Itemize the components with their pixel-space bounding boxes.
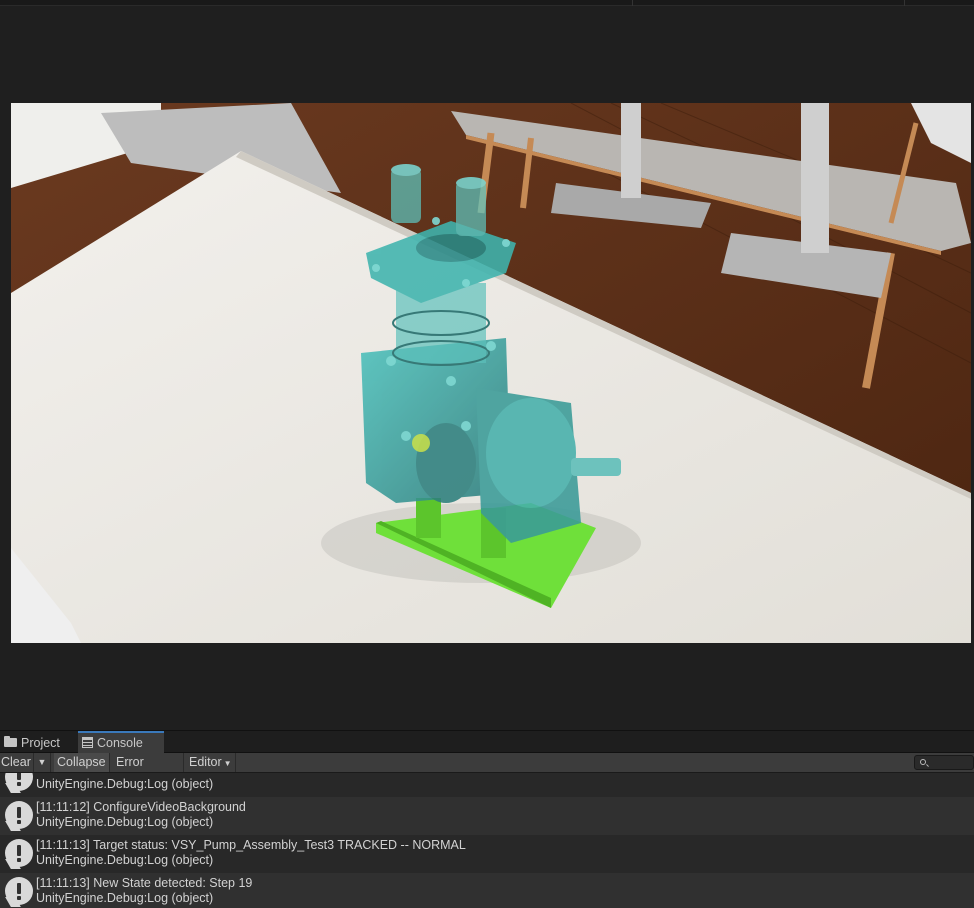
console-icon: [82, 737, 93, 749]
tab-console[interactable]: Console: [78, 731, 164, 753]
error-pause-toggle[interactable]: Error Pause: [112, 753, 184, 788]
log-message: [11:11:13] New State detected: Step 19: [36, 876, 253, 890]
log-entry[interactable]: [11:11:13] New State detected: Step 19 U…: [0, 873, 974, 908]
console-panel: Project Console Clear ▼ Collapse Error P…: [0, 730, 974, 908]
info-icon: [5, 839, 33, 869]
clear-options-dropdown[interactable]: ▼: [34, 753, 51, 772]
log-message: [11:11:13] Target status: VSY_Pump_Assem…: [36, 838, 466, 852]
search-input[interactable]: [914, 755, 974, 770]
info-icon: [5, 877, 33, 907]
log-entry[interactable]: [11:11:13] Target status: VSY_Pump_Assem…: [0, 835, 974, 873]
info-icon: [5, 773, 33, 793]
tab-label: Console: [97, 736, 143, 750]
collapse-toggle[interactable]: Collapse: [54, 753, 110, 772]
dropdown-arrow-icon: ▼: [223, 759, 232, 768]
log-entry[interactable]: [11:11:12] ConfigureVideoBackground Unit…: [0, 797, 974, 835]
tab-label: Project: [21, 736, 60, 750]
log-list[interactable]: UnityEngine.Debug:Log (object) [11:11:12…: [0, 773, 974, 908]
clear-button[interactable]: Clear: [0, 753, 34, 772]
game-view: [0, 6, 974, 730]
log-source: UnityEngine.Debug:Log (object): [36, 777, 214, 791]
log-source: UnityEngine.Debug:Log (object): [36, 853, 214, 867]
log-source: UnityEngine.Debug:Log (object): [36, 891, 214, 905]
ar-scene-image: [11, 103, 971, 643]
ar-camera-viewport[interactable]: [11, 103, 971, 643]
log-entry[interactable]: UnityEngine.Debug:Log (object): [0, 773, 974, 797]
search-icon: [920, 759, 926, 765]
editor-dropdown[interactable]: Editor ▼: [185, 753, 236, 772]
folder-icon: [4, 736, 17, 748]
console-toolbar: Clear ▼ Collapse Error Pause Editor▼: [0, 753, 974, 788]
info-icon: [5, 801, 33, 831]
log-message: [11:11:12] ConfigureVideoBackground: [36, 800, 246, 814]
editor-label: Editor: [189, 755, 222, 769]
log-source: UnityEngine.Debug:Log (object): [36, 815, 214, 829]
dropdown-arrow-icon: ▼: [37, 757, 47, 767]
panel-tabs: Project Console: [0, 731, 974, 753]
tab-project[interactable]: Project: [0, 733, 76, 753]
